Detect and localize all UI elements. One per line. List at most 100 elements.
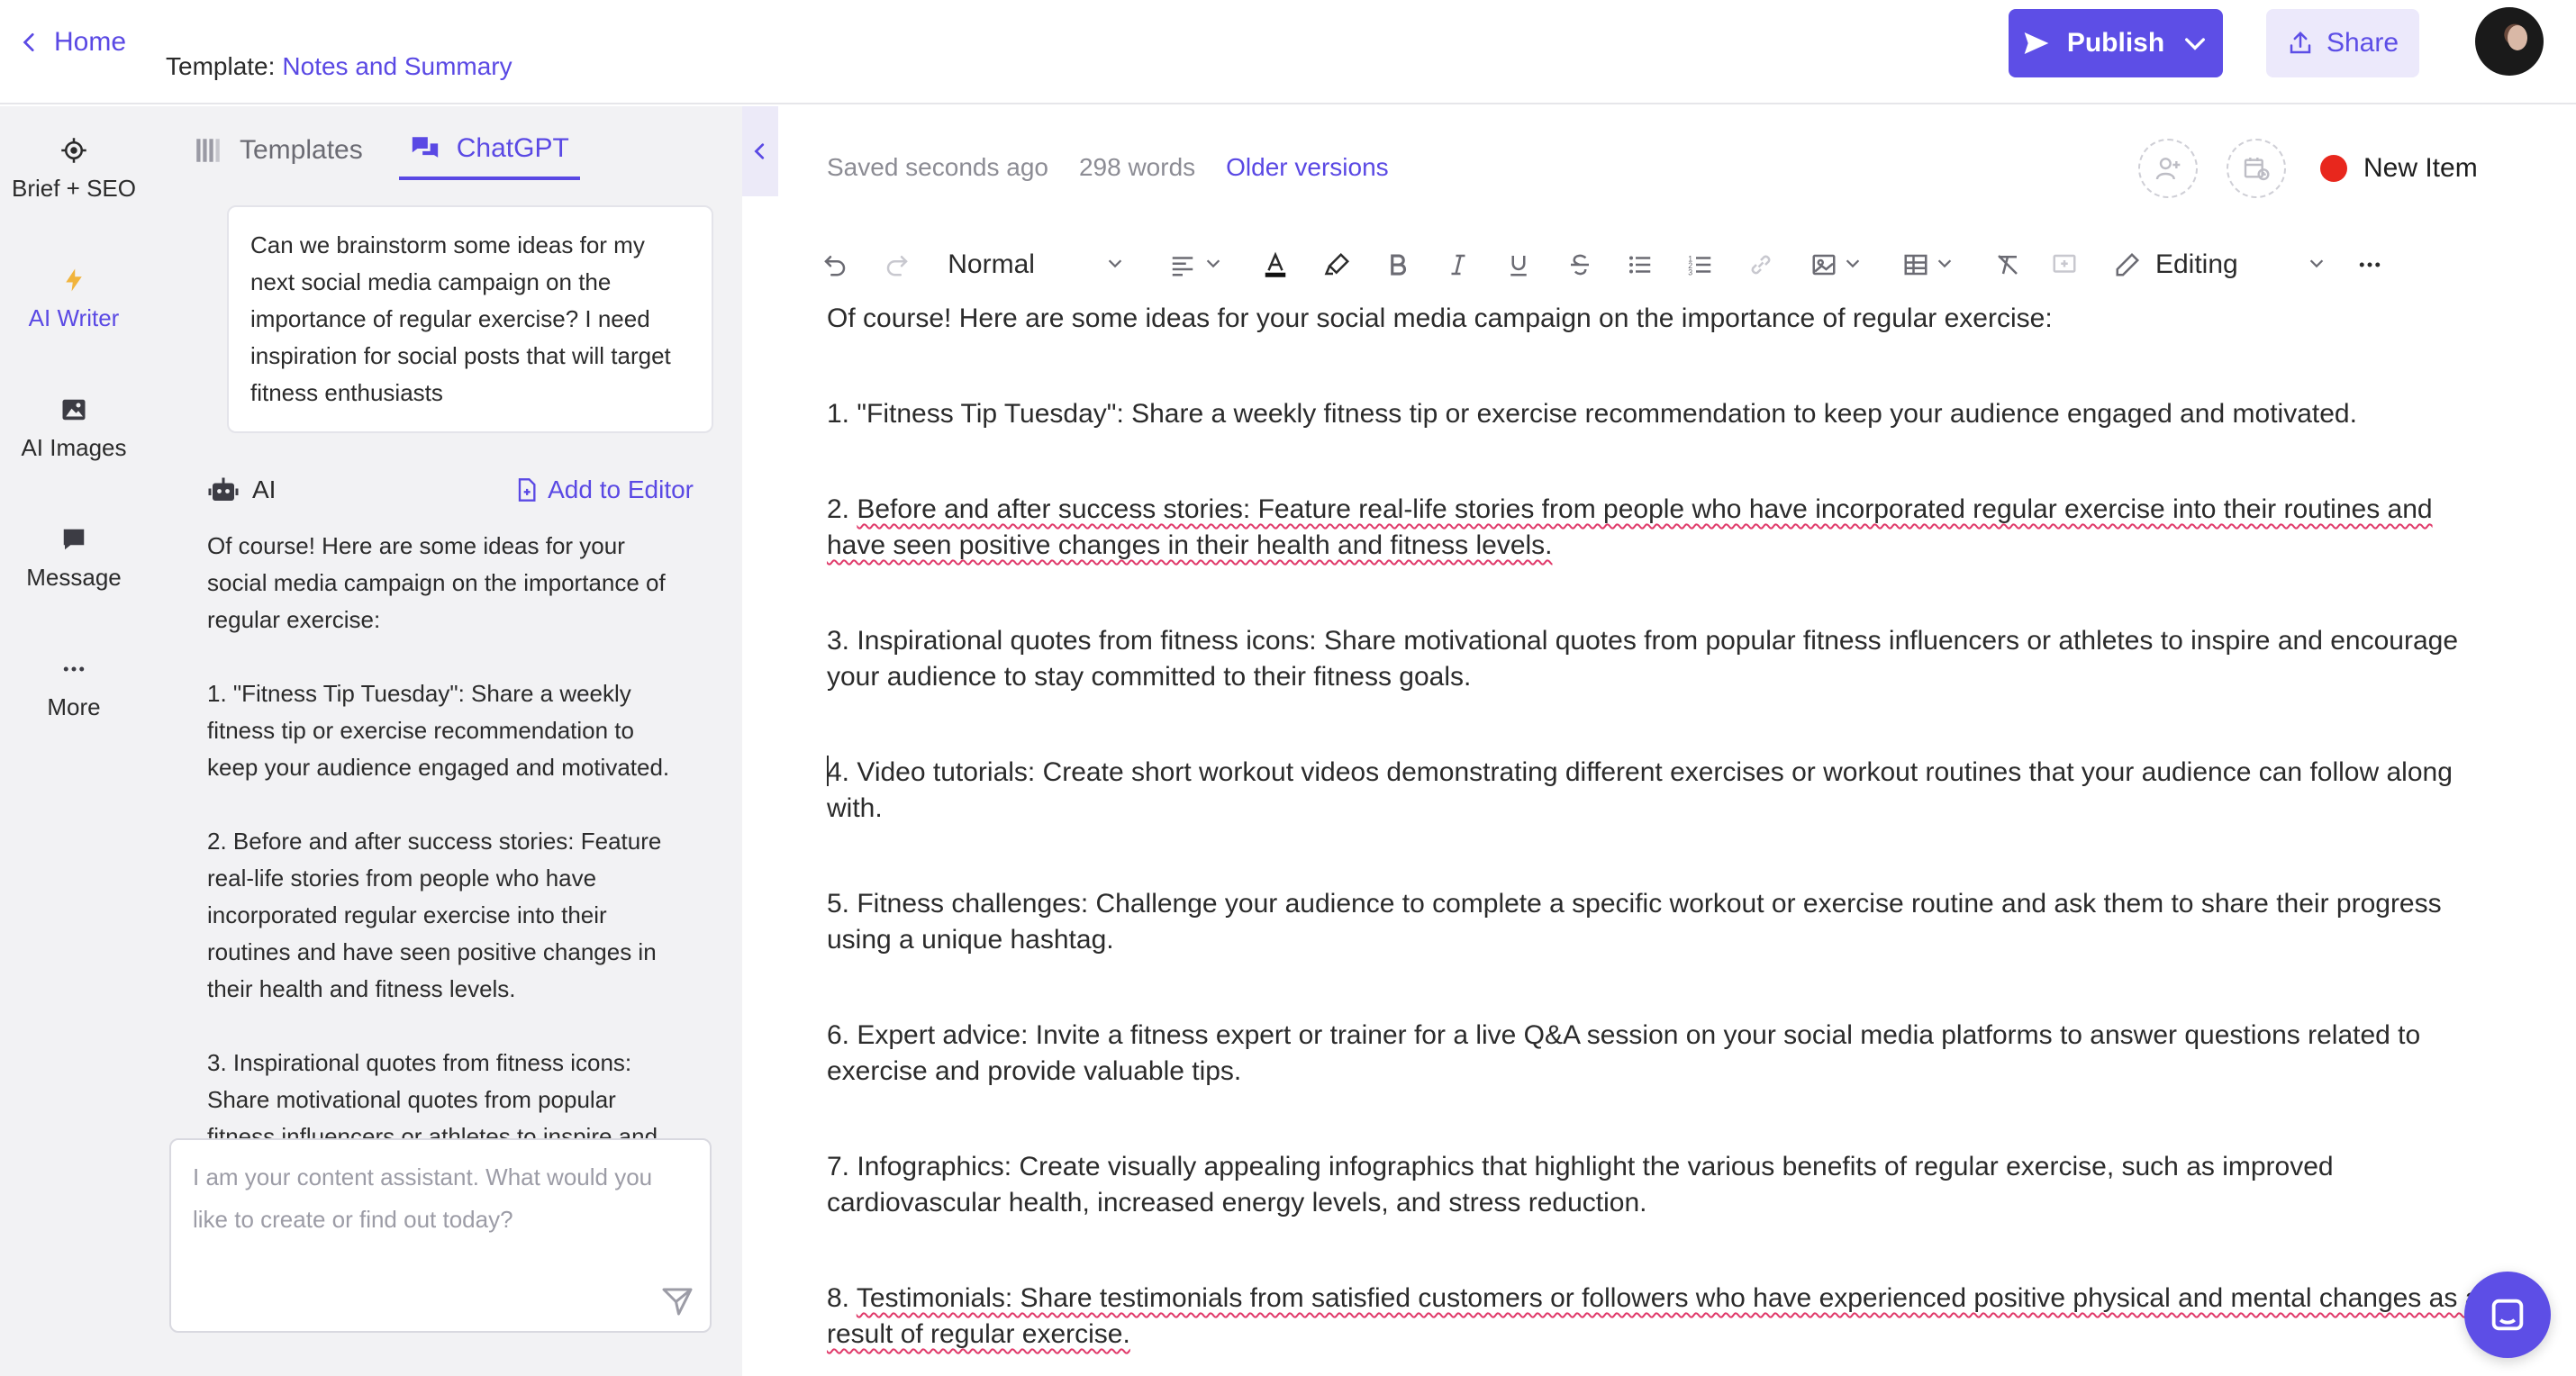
bold-button[interactable] (1376, 242, 1420, 287)
chat-tabs: Templates ChatGPT (193, 133, 580, 180)
tab-chatgpt[interactable]: ChatGPT (398, 133, 580, 180)
chevron-down-icon (1843, 253, 1863, 277)
status-selector[interactable]: New Item (2320, 153, 2478, 184)
older-versions-link[interactable]: Older versions (1226, 153, 1389, 182)
bold-icon (1391, 254, 1407, 276)
editor-paragraph: 7. Infographics: Create visually appeali… (827, 1152, 2334, 1218)
pencil-icon (2116, 252, 2139, 276)
link-button[interactable] (1738, 242, 1782, 287)
add-to-editor-label: Add to Editor (548, 475, 694, 503)
undo-button[interactable] (812, 242, 857, 287)
spellcheck-flagged-text: Testimonials: Share testimonials from sa… (827, 1283, 2481, 1349)
support-chat-button[interactable] (2464, 1272, 2551, 1358)
lightning-icon (66, 268, 82, 292)
undo-icon (823, 256, 845, 276)
document-editor[interactable]: Of course! Here are some ideas for your … (827, 301, 2484, 1376)
upload-icon (2290, 31, 2311, 54)
calendar-clock-icon (2244, 158, 2270, 181)
template-label: Template: Notes and Summary (166, 52, 512, 81)
chat-input-box (169, 1138, 712, 1333)
image-icon (1812, 254, 1836, 276)
underline-icon (1510, 256, 1528, 276)
left-icon-nav: Brief + SEO AI Writer AI Images Message … (0, 106, 148, 1376)
chevron-down-icon (1203, 253, 1223, 277)
ai-paragraph: Of course! Here are some ideas for your … (207, 532, 666, 633)
italic-button[interactable] (1437, 242, 1481, 287)
strikethrough-icon (1570, 254, 1589, 276)
editor-paragraph: 5. Fitness challenges: Challenge your au… (827, 889, 2442, 955)
chat-panel: Templates ChatGPT Can we brainstorm some… (148, 106, 742, 1376)
status-dot-icon (2320, 155, 2347, 182)
editing-mode-select[interactable]: Editing (2114, 242, 2327, 287)
more-options-button[interactable] (2348, 242, 2392, 287)
send-icon[interactable] (661, 1284, 694, 1317)
ai-name: AI (252, 475, 277, 503)
add-to-editor-button[interactable]: Add to Editor (513, 475, 694, 504)
chevron-down-icon (2307, 249, 2327, 280)
ai-paragraph: 2. Before and after success stories: Fea… (207, 828, 662, 1002)
table-icon (1904, 254, 1927, 276)
insert-image-select[interactable] (1801, 242, 1873, 287)
clear-formatting-button[interactable] (1986, 242, 2030, 287)
list-number: 2. (827, 494, 857, 524)
nav-item-message[interactable]: Message (0, 526, 148, 592)
chat-icon (2491, 1299, 2524, 1331)
tab-templates[interactable]: Templates (193, 133, 363, 180)
nav-label: More (47, 693, 101, 720)
strikethrough-button[interactable] (1557, 242, 1601, 287)
chat-bubbles-icon (412, 137, 438, 158)
assign-user-button[interactable] (2138, 139, 2198, 198)
spellcheck-flagged-text: Before and after success stories: Featur… (827, 494, 2433, 560)
template-prefix: Template: (166, 52, 276, 80)
insert-table-select[interactable] (1893, 242, 1964, 287)
nav-item-brief-seo[interactable]: Brief + SEO (0, 137, 148, 203)
editor-paragraph: 4. Video tutorials: Create short workout… (827, 755, 2484, 827)
text-color-button[interactable] (1253, 242, 1297, 287)
word-count: 298 words (1078, 153, 1196, 181)
robot-icon (208, 477, 239, 501)
italic-icon (1451, 254, 1465, 276)
comment-icon (2053, 254, 2076, 273)
list-number: 8. (827, 1283, 857, 1313)
underline-button[interactable] (1497, 242, 1541, 287)
share-button[interactable]: Share (2266, 9, 2419, 77)
ellipsis-icon (2360, 262, 2381, 267)
editor-paragraph: 8. Testimonials: Share testimonials from… (827, 1281, 2484, 1353)
chevron-left-icon (23, 32, 34, 52)
document-actions: New Item (2138, 139, 2478, 198)
nav-item-ai-writer[interactable]: AI Writer (0, 267, 148, 332)
paragraph-style-select[interactable]: Normal (948, 242, 1125, 287)
editor-toolbar: Normal 123 Editing (807, 238, 2392, 292)
add-document-icon (518, 478, 536, 502)
nav-item-ai-images[interactable]: AI Images (0, 396, 148, 462)
template-name[interactable]: Notes and Summary (282, 52, 512, 80)
share-label: Share (2326, 28, 2399, 58)
clear-formatting-icon (1998, 255, 2018, 275)
nav-label: Brief + SEO (12, 175, 136, 202)
due-date-button[interactable] (2227, 139, 2286, 198)
highlight-button[interactable] (1316, 242, 1360, 287)
publish-button[interactable]: Publish (2009, 9, 2223, 77)
chat-input[interactable] (193, 1156, 688, 1291)
redo-icon (886, 256, 908, 276)
highlighter-icon (1324, 252, 1350, 276)
numbered-list-button[interactable]: 123 (1678, 242, 1722, 287)
redo-button[interactable] (875, 242, 919, 287)
publish-label: Publish (2066, 28, 2165, 58)
chevron-down-icon (1105, 249, 1125, 280)
editing-mode-value: Editing (2154, 249, 2238, 279)
nav-label: Message (26, 564, 122, 591)
avatar[interactable] (2475, 7, 2544, 76)
editor-paragraph: 3. Inspirational quotes from fitness ico… (827, 626, 2459, 692)
home-label: Home (54, 27, 127, 57)
align-select[interactable] (1161, 242, 1232, 287)
collapse-panel-button[interactable] (742, 106, 778, 196)
chevron-left-icon (754, 143, 765, 159)
top-header: Home Template: Notes and Summary Publish … (0, 0, 2576, 104)
comment-button[interactable] (2043, 242, 2087, 287)
document-status: Saved seconds ago 298 words Older versio… (827, 153, 1389, 182)
nav-item-more[interactable]: More (0, 656, 148, 721)
bullet-list-button[interactable] (1618, 242, 1662, 287)
home-link[interactable]: Home (18, 27, 126, 58)
user-message: Can we brainstorm some ideas for my next… (227, 205, 713, 433)
